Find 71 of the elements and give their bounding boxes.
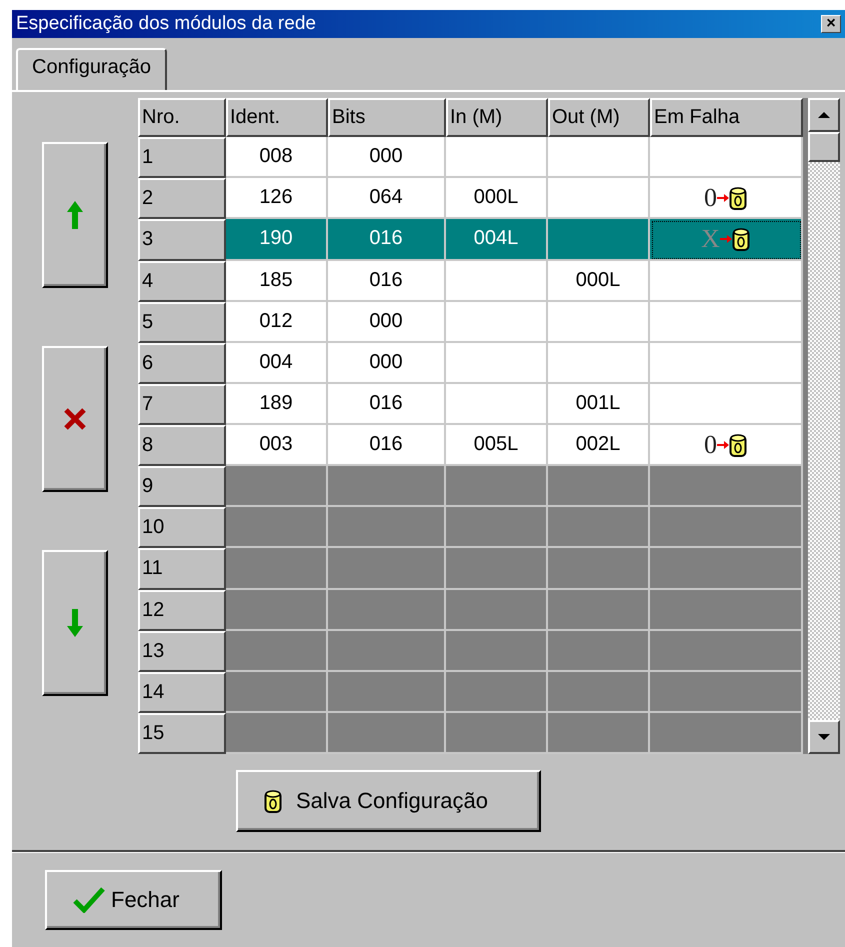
table-cell: 001L bbox=[548, 384, 650, 426]
table-cell: 008 bbox=[226, 137, 328, 178]
row-header[interactable]: 8 bbox=[138, 425, 226, 466]
check-icon bbox=[73, 887, 105, 913]
table-cell: 064 bbox=[328, 178, 446, 220]
row-header[interactable]: 7 bbox=[138, 384, 226, 426]
move-up-button[interactable] bbox=[42, 142, 108, 288]
scroll-down-button[interactable] bbox=[808, 720, 840, 754]
row-header[interactable]: 1 bbox=[138, 137, 226, 178]
table-cell: 004L bbox=[446, 219, 548, 261]
row-header[interactable]: 5 bbox=[138, 302, 226, 343]
save-button[interactable]: Salva Configuração bbox=[236, 770, 541, 832]
row-header[interactable]: 15 bbox=[138, 712, 226, 754]
row-header[interactable]: 11 bbox=[138, 548, 226, 590]
delete-icon bbox=[63, 407, 87, 431]
column-header[interactable]: Out (M) bbox=[548, 98, 650, 138]
database-icon bbox=[729, 184, 747, 211]
down-triangle-icon bbox=[818, 733, 830, 741]
column-header[interactable]: Em Falha bbox=[650, 98, 803, 138]
column-header[interactable]: Nro. bbox=[138, 98, 226, 138]
table-cell: 190 bbox=[226, 219, 328, 261]
table-cell: X bbox=[650, 219, 803, 261]
delete-button[interactable] bbox=[42, 346, 108, 492]
row-header[interactable]: 13 bbox=[138, 630, 226, 672]
table-cell: 012 bbox=[226, 302, 328, 343]
arrow-icon bbox=[717, 192, 729, 203]
database-icon bbox=[729, 432, 747, 458]
table-cell: 0 bbox=[650, 425, 803, 466]
table-cell: 016 bbox=[328, 425, 446, 466]
up-arrow-icon bbox=[66, 200, 84, 230]
row-header[interactable]: 6 bbox=[138, 342, 226, 384]
column-header[interactable]: Bits bbox=[328, 98, 446, 138]
table-cell: 005L bbox=[446, 425, 548, 466]
row-header[interactable]: 2 bbox=[138, 178, 226, 220]
move-down-button[interactable] bbox=[42, 550, 108, 696]
arrow-icon bbox=[720, 234, 732, 244]
scroll-thumb[interactable] bbox=[808, 132, 840, 162]
column-header[interactable]: Ident. bbox=[226, 98, 328, 138]
close-dialog-button[interactable]: Fechar bbox=[45, 870, 222, 930]
table-cell: 016 bbox=[328, 219, 446, 261]
table-cell: 004 bbox=[226, 342, 328, 384]
row-header[interactable]: 9 bbox=[138, 466, 226, 508]
table-cell: 000L bbox=[446, 178, 548, 220]
up-triangle-icon bbox=[818, 111, 830, 119]
table-cell: 185 bbox=[226, 260, 328, 302]
table-cell: 016 bbox=[328, 260, 446, 302]
row-header[interactable]: 4 bbox=[138, 260, 226, 302]
table-cell: 000 bbox=[328, 342, 446, 384]
window-title: Especificação dos módulos da rede bbox=[16, 13, 316, 35]
arrow-icon bbox=[717, 440, 729, 450]
table-cell: 0 bbox=[650, 178, 803, 220]
table-cell: 189 bbox=[226, 384, 328, 426]
row-header[interactable]: 10 bbox=[138, 507, 226, 548]
tab[interactable]: Configuração bbox=[16, 48, 167, 90]
database-icon bbox=[264, 788, 282, 814]
table-cell: 000 bbox=[328, 137, 446, 178]
table-cell: 016 bbox=[328, 384, 446, 426]
database-icon bbox=[732, 226, 750, 252]
column-header[interactable]: In (M) bbox=[446, 98, 548, 138]
table-cell: 000 bbox=[328, 302, 446, 343]
scroll-up-button[interactable] bbox=[808, 98, 840, 132]
down-arrow-icon bbox=[66, 608, 84, 638]
table-cell: 126 bbox=[226, 178, 328, 220]
row-header[interactable]: 3 bbox=[138, 219, 226, 261]
row-header[interactable]: 12 bbox=[138, 590, 226, 631]
row-header[interactable]: 14 bbox=[138, 672, 226, 713]
scrollbar[interactable] bbox=[808, 98, 840, 754]
table-cell: 000L bbox=[548, 260, 650, 302]
close-button[interactable]: × bbox=[821, 15, 841, 33]
table-cell: 003 bbox=[226, 425, 328, 466]
table-cell: 002L bbox=[548, 425, 650, 466]
